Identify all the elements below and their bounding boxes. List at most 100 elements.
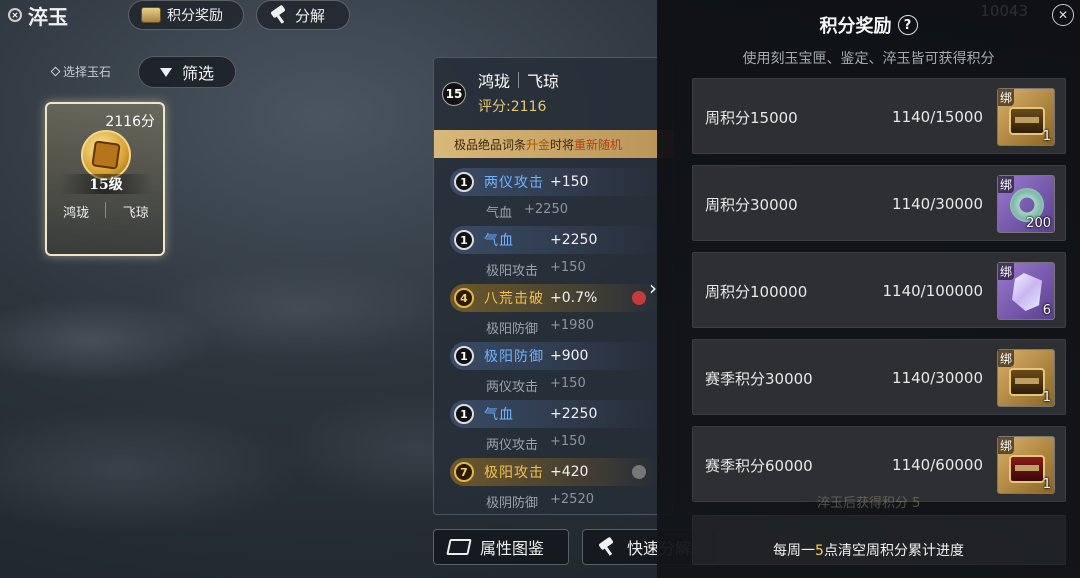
attr-value: +2250 [550,406,598,422]
select-jade-text: 选择玉石 [63,65,112,79]
points-hint-text: 淬玉后获得积分 [817,496,909,511]
points-reward-button[interactable]: 积分奖励 [128,0,244,30]
bound-tag: 绑 [998,263,1015,280]
attr-name: 八荒击破 [484,291,544,307]
bound-tag: 绑 [998,176,1015,193]
attr-sub-value: +150 [550,260,586,275]
attr-sub-value: +150 [550,376,586,391]
reward-item[interactable]: 赛季积分30000 1140/30000 绑1 [692,339,1066,415]
reward-panel-subtitle: 使用刻玉宝匣、鉴定、淬玉皆可获得积分 [742,51,995,67]
hammer-icon [269,6,289,24]
reward-item-progress: 1140/30000 [892,369,983,387]
reward-item[interactable]: 赛季积分60000 1140/60000 绑1 [692,426,1066,502]
jade-tag-right: 飞琼 [122,206,149,221]
decompose-button[interactable]: 分解 [256,0,350,30]
attribute-row[interactable]: 1 气血 +2250 两仪攻击 +150 [450,400,660,458]
jade-medal-icon [81,130,131,180]
attr-sub-value: +2520 [550,492,594,507]
attr-name: 气血 [484,233,514,249]
attr-tier-number: 7 [454,462,474,482]
reward-qty: 1 [1042,390,1051,405]
attr-value: +150 [550,174,589,190]
attribute-row[interactable]: 1 两仪攻击 +150 气血 +2250 [450,168,660,226]
attr-value: +420 [550,464,589,480]
filter-label: 筛选 [181,64,214,83]
attr-name: 两仪攻击 [484,175,544,191]
attribute-atlas-button[interactable]: 属性图鉴 [433,529,569,565]
jade-level: 15级 [59,174,153,194]
detail-score: 评分:2116 [478,99,547,115]
attr-name: 气血 [484,407,514,423]
lock-icon[interactable] [632,465,646,479]
attribute-row[interactable]: 7 极阳攻击 +420 极阴防御 +2520 [450,458,660,516]
points-hint: 淬玉后获得积分 5 [817,492,920,511]
detail-level-badge: 15 [442,82,466,106]
attr-sub-name: 极阳攻击 [486,264,539,279]
reroll-notice: 极品绝品词条 升金 时将 重新随机 [434,130,674,158]
back-icon[interactable]: ✕ [8,8,22,22]
attr-tier-number: 1 [454,346,474,366]
jade-ring-icon[interactable]: 绑 200 [997,175,1055,233]
attr-sub-value: +1980 [550,318,594,333]
footer-text-pre: 每周一 [773,543,816,559]
footer-text-post: 点清空周积分累计进度 [823,543,964,559]
points-reward-label: 积分奖励 [167,8,223,24]
attribute-atlas-label: 属性图鉴 [480,539,545,558]
detail-name-left: 鸿珑 [478,72,511,91]
attribute-row[interactable]: 4 八荒击破 +0.7% 极阳防御 +1980 [450,284,660,342]
attribute-row[interactable]: 1 极阳防御 +900 两仪攻击 +150 [450,342,660,400]
points-reward-panel: 10043 ✕ 积分奖励 ? 使用刻玉宝匣、鉴定、淬玉皆可获得积分 周积分150… [657,0,1080,578]
book-icon [446,539,472,555]
reward-item[interactable]: 周积分30000 1140/30000 绑 200 [692,165,1066,241]
reward-qty: 6 [1042,303,1051,318]
attribute-row[interactable]: 1 气血 +2250 极阳攻击 +150 [450,226,660,284]
attr-sub-value: +2250 [524,202,568,217]
points-hint-value: 5 [912,496,921,511]
treasure-chest-icon[interactable]: 绑1 [997,88,1055,146]
attr-value: +900 [550,348,589,364]
help-icon[interactable]: ? [897,15,918,35]
page-title-text: 淬玉 [28,4,68,29]
filter-button[interactable]: 筛选 [138,56,236,88]
expand-arrow-icon[interactable]: › [641,276,665,300]
detail-name-right: 飞琼 [527,72,560,91]
attr-tier-number: 1 [454,172,474,192]
attr-sub-name: 两仪攻击 [486,380,539,395]
attr-sub-name: 气血 [486,206,513,221]
hammer-icon [597,538,617,556]
reward-item-name: 周积分100000 [705,282,808,301]
reward-item-name: 赛季积分60000 [705,456,813,475]
attr-tier-number: 1 [454,404,474,424]
notice-text: 极品绝品词条 [454,137,527,152]
reward-qty: 200 [1026,216,1051,231]
attr-tier-number: 4 [454,288,474,308]
reward-item-name: 周积分15000 [705,108,798,127]
reward-item-progress: 1140/100000 [882,282,984,300]
funnel-icon [159,67,172,77]
treasure-chest-icon [141,7,161,23]
page-title: ✕ 淬玉 [8,2,68,29]
notice-text-mid: 时将 [550,137,575,152]
reward-item[interactable]: 周积分15000 1140/15000 绑1 [692,78,1066,154]
jade-tags: 鸿珑 飞琼 [55,202,157,221]
reward-qty: 1 [1042,129,1051,144]
crystal-icon[interactable]: 绑6 [997,262,1055,320]
attr-sub-name: 两仪攻击 [486,438,539,453]
attr-sub-name: 极阳防御 [486,322,539,337]
notice-highlight-gold: 升金 [526,137,551,152]
reward-item[interactable]: 周积分100000 1140/100000 绑6 [692,252,1066,328]
reward-item-progress: 1140/15000 [892,108,983,126]
notice-highlight-red: 重新随机 [574,137,623,152]
attr-value: +0.7% [550,290,598,306]
jade-card-selected[interactable]: 2116分 15级 鸿珑 飞琼 [45,102,165,256]
attr-tier-number: 1 [454,230,474,250]
jade-score: 2116分 [105,114,155,130]
treasure-chest-icon[interactable]: 绑1 [997,436,1055,494]
weekly-reset-note: 每周一5点清空周积分累计进度 [657,540,1080,560]
jade-detail-panel: 15 鸿珑 飞琼 评分:2116 极品绝品词条 升金 时将 重新随机 1 两仪攻击 +15… [433,57,674,516]
attr-value: +2250 [550,232,598,248]
diamond-icon [50,66,61,77]
reward-panel-title: 积分奖励 ? [657,12,1080,38]
treasure-chest-icon[interactable]: 绑1 [997,349,1055,407]
bound-tag: 绑 [998,89,1015,106]
